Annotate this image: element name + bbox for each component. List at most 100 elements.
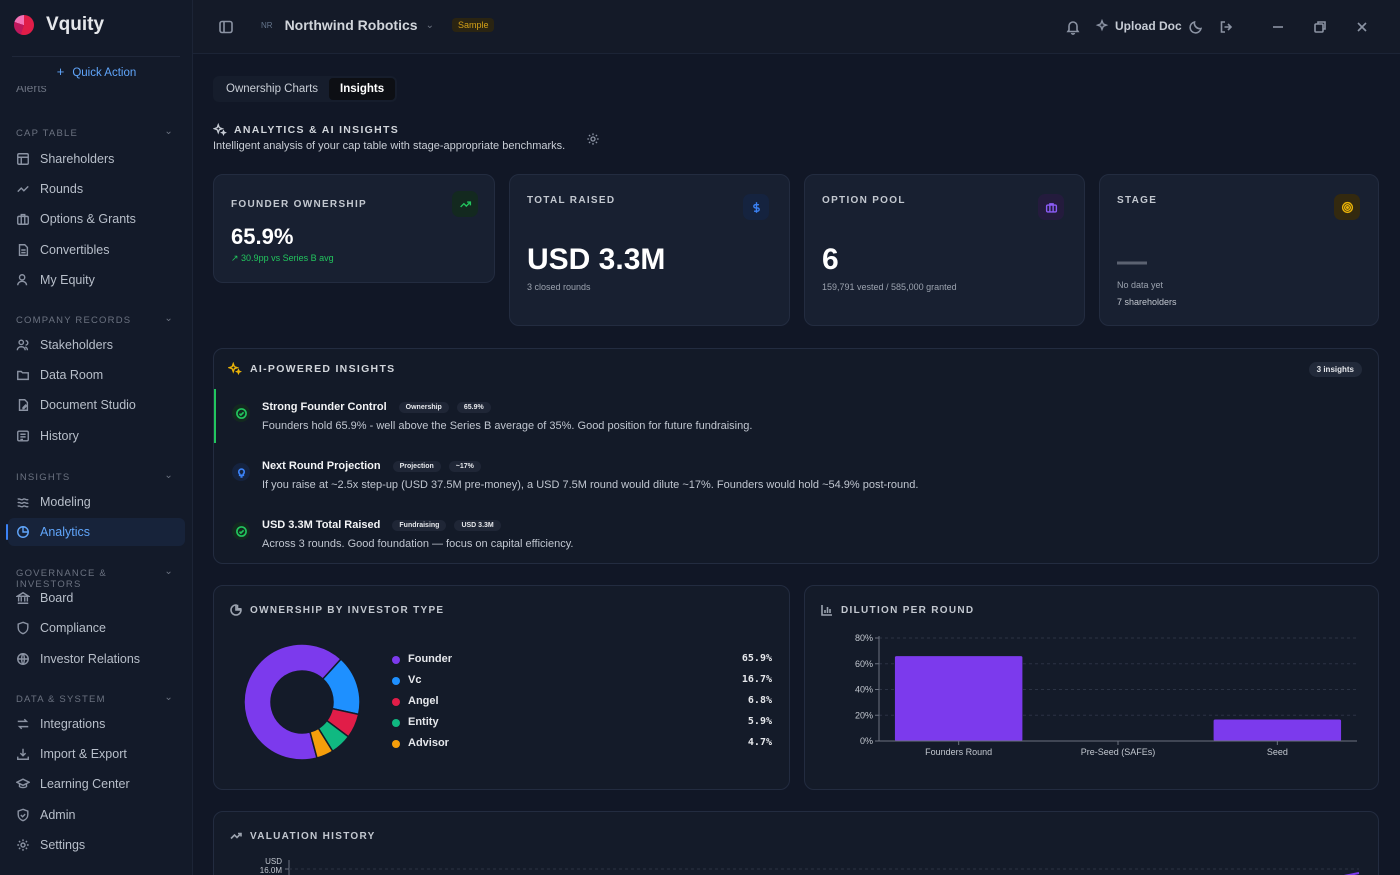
ownership-donut-chart xyxy=(243,643,361,761)
sidebar-item-convertibles[interactable]: Convertibles xyxy=(8,236,185,264)
sidebar-item-stakeholders[interactable]: Stakeholders xyxy=(8,331,185,359)
insight-item[interactable]: USD 3.3M Total Raised Fundraising USD 3.… xyxy=(214,507,1378,561)
minimize-icon[interactable] xyxy=(1270,19,1286,35)
sidebar-item-label: Document Studio xyxy=(40,398,136,413)
insight-tag: Fundraising xyxy=(392,519,447,531)
sidebar-item-label: Alerts xyxy=(16,86,47,95)
chevron-down-icon: ⌄ xyxy=(164,313,174,324)
sidebar-item-import-and-export[interactable]: Import & Export xyxy=(8,740,185,768)
sidebar-section-header[interactable]: DATA & SYSTEM ⌄ xyxy=(16,692,176,705)
company-switcher[interactable]: NR Northwind Robotics ⌄ Sample xyxy=(261,17,495,33)
sidebar-item-board[interactable]: Board xyxy=(8,584,185,612)
panel-title: VALUATION HISTORY xyxy=(250,830,376,842)
bell-icon[interactable] xyxy=(1065,19,1081,35)
sparkles-icon xyxy=(228,362,242,376)
options-and-grants-icon xyxy=(17,214,29,226)
sidebar-item-compliance[interactable]: Compliance xyxy=(8,614,185,642)
sidebar-item-label: History xyxy=(40,428,79,443)
company-name: Northwind Robotics xyxy=(284,17,418,33)
restore-icon[interactable] xyxy=(1312,19,1328,35)
sidebar-section-header[interactable]: COMPANY RECORDS ⌄ xyxy=(16,313,176,326)
sidebar-item-label: Compliance xyxy=(40,621,107,636)
close-icon[interactable] xyxy=(1354,19,1370,35)
sidebar-section-header[interactable]: CAP TABLE ⌄ xyxy=(16,126,176,139)
legend-item: Founder 65.9% xyxy=(392,652,772,668)
sidebar-toggle-icon[interactable] xyxy=(218,19,234,35)
sidebar-item-analytics[interactable]: Analytics xyxy=(6,518,185,546)
sidebar-section-label: COMPANY RECORDS xyxy=(16,315,132,326)
insight-item[interactable]: Next Round Projection Projection ~17% If… xyxy=(214,448,1378,502)
kpi-label: FOUNDER OWNERSHIP xyxy=(231,199,367,210)
sidebar-item-settings[interactable]: Settings xyxy=(8,831,185,859)
upload-doc-label: Upload Doc xyxy=(1115,19,1182,33)
kpi-total-raised: TOTAL RAISED USD 3.3M 3 closed rounds xyxy=(509,174,790,326)
logout-icon[interactable] xyxy=(1218,19,1234,35)
sidebar-item-data-room[interactable]: Data Room xyxy=(8,361,185,389)
kpi-sub: No data yet xyxy=(1117,280,1164,290)
insights-count-badge: 3 insights xyxy=(1308,362,1362,377)
tab-insights[interactable]: Insights xyxy=(329,78,396,100)
shareholders-icon xyxy=(17,153,29,165)
legend-value: 65.9% xyxy=(741,653,772,664)
legend-label: Entity xyxy=(408,716,439,728)
quick-action-label: Quick Action xyxy=(72,67,137,79)
brand-logo-icon xyxy=(14,15,34,35)
valuation-panel: VALUATION HISTORY USD 16.0M xyxy=(213,811,1379,875)
sidebar-item-partial[interactable]: Alerts xyxy=(16,86,47,98)
panel-title: OWNERSHIP BY INVESTOR TYPE xyxy=(250,604,445,616)
sidebar-item-label: Board xyxy=(40,591,74,605)
sidebar-item-investor-relations[interactable]: Investor Relations xyxy=(8,645,185,673)
sidebar-item-history[interactable]: History xyxy=(8,422,185,450)
quick-action-button[interactable]: + Quick Action xyxy=(0,64,192,79)
legend-value: 5.9% xyxy=(747,716,772,727)
panel-header: VALUATION HISTORY xyxy=(230,830,376,842)
bar-founders-round[interactable] xyxy=(894,656,1023,741)
bar-seed[interactable] xyxy=(1213,719,1342,741)
pie-chart-icon xyxy=(230,604,242,616)
kpi-label: TOTAL RAISED xyxy=(527,195,616,206)
sidebar-item-rounds[interactable]: Rounds xyxy=(8,175,185,203)
admin-icon xyxy=(17,808,29,822)
dilution-bar-chart: 0% 20% 40% 60% 80% Founders Round Pre-Seed (SA… xyxy=(855,633,1357,757)
gear-icon[interactable] xyxy=(586,132,600,146)
upload-doc-button[interactable]: Upload Doc xyxy=(1095,19,1182,33)
chevron-down-icon: ⌄ xyxy=(164,470,174,481)
sidebar-item-integrations[interactable]: Integrations xyxy=(8,710,185,738)
top-bar: NR Northwind Robotics ⌄ Sample Upload Do… xyxy=(193,0,1400,54)
sidebar-item-my-equity[interactable]: My Equity xyxy=(8,266,185,294)
sidebar-item-document-studio[interactable]: Document Studio xyxy=(8,391,185,419)
ai-insights-panel: AI-POWERED INSIGHTS 3 insights Strong Fo… xyxy=(213,348,1379,564)
tab-ownership-charts[interactable]: Ownership Charts xyxy=(215,78,329,100)
legend-swatch xyxy=(392,719,400,727)
sparkle-icon xyxy=(1095,19,1109,32)
sidebar-item-label: Settings xyxy=(40,837,86,852)
insight-desc: If you raise at ~2.5x step-up (USD 37.5M… xyxy=(262,479,919,491)
sidebar-item-label: My Equity xyxy=(40,272,95,287)
sidebar-item-shareholders[interactable]: Shareholders xyxy=(8,145,185,173)
sidebar-section-label: DATA & SYSTEM xyxy=(16,694,106,705)
sidebar-item-label: Investor Relations xyxy=(40,651,141,666)
chevron-down-icon: ⌄ xyxy=(164,566,174,577)
insight-item[interactable]: Strong Founder Control Ownership 65.9% F… xyxy=(214,389,1378,443)
y-tick-label: USD xyxy=(265,857,282,866)
y-tick-label: 80% xyxy=(855,633,873,643)
sidebar-item-modeling[interactable]: Modeling xyxy=(8,488,185,516)
y-tick-label: 60% xyxy=(855,659,873,669)
app-root: Vquity + Quick Action Alerts CAP TABLE ⌄ Sh… xyxy=(0,0,1400,875)
kpi-delta-text: 30.9pp vs Series B avg xyxy=(241,253,334,263)
sidebar-item-options-and-grants[interactable]: Options & Grants xyxy=(8,205,185,233)
sidebar-item-learning-center[interactable]: Learning Center xyxy=(8,770,185,798)
moon-icon[interactable] xyxy=(1188,19,1204,35)
sidebar-section-header[interactable]: INSIGHTS ⌄ xyxy=(16,470,176,483)
insight-desc: Across 3 rounds. Good foundation — focus… xyxy=(262,538,574,550)
bar-chart-icon xyxy=(821,605,832,616)
kpi-value: USD 3.3M xyxy=(527,243,666,276)
insight-title-row: USD 3.3M Total Raised Fundraising USD 3.… xyxy=(262,519,509,531)
brand[interactable]: Vquity xyxy=(0,0,192,50)
x-tick-label: Seed xyxy=(1267,747,1288,757)
legend-value: 4.7% xyxy=(747,737,772,748)
analytics-icon xyxy=(17,526,29,538)
legend-value: 6.8% xyxy=(747,695,772,706)
plus-icon: + xyxy=(56,64,65,79)
sidebar-item-admin[interactable]: Admin xyxy=(8,801,185,829)
